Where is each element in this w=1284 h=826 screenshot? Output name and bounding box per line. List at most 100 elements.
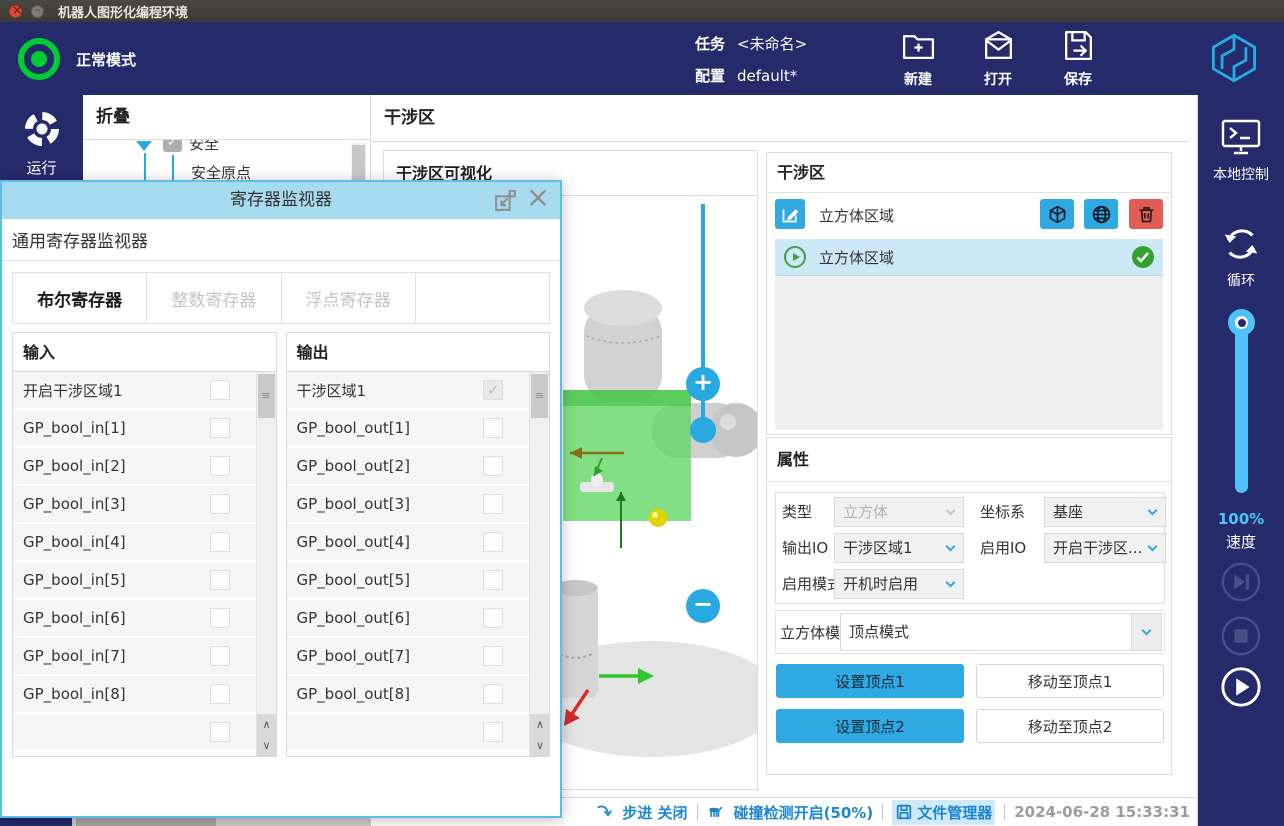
mode-status-icon	[18, 38, 60, 80]
step-forward-button[interactable]	[1198, 561, 1284, 607]
dialog-restore-icon[interactable]	[493, 188, 518, 213]
register-row: GP_bool_in[8]	[13, 676, 256, 714]
globe-button[interactable]	[1084, 199, 1118, 229]
cube-view-button[interactable]	[1040, 199, 1074, 229]
tree-expand-triangle-icon[interactable]	[136, 141, 152, 151]
stop-button[interactable]	[1198, 615, 1284, 661]
register-checkbox[interactable]	[210, 646, 230, 666]
new-button[interactable]: 新建	[877, 27, 959, 89]
register-checkbox[interactable]	[483, 722, 503, 742]
set-vertex1-button[interactable]: 设置顶点1	[776, 664, 964, 698]
edit-zone-button[interactable]	[775, 199, 805, 229]
brand-logo-icon	[1208, 32, 1260, 84]
play-button[interactable]	[1198, 666, 1284, 712]
register-checkbox[interactable]	[483, 570, 503, 590]
local-control-button[interactable]: 本地控制	[1198, 117, 1284, 184]
tree-connector-line	[172, 155, 174, 183]
zoom-in-button[interactable]: +	[686, 367, 720, 401]
register-label: GP_bool_out[5]	[287, 571, 411, 589]
register-checkbox[interactable]	[483, 684, 503, 704]
register-checkbox[interactable]	[483, 380, 503, 400]
app-window: 机器人图形化编程环境 正常模式 任务<未命名> 配置default* 新建 打开…	[0, 0, 1284, 826]
cube-icon	[1047, 204, 1068, 225]
input-rows: 开启干涉区域1 GP_bool_in[1] GP_bool_in[2]	[13, 372, 256, 756]
register-checkbox[interactable]	[483, 608, 503, 628]
window-minimize-button[interactable]	[31, 5, 44, 18]
zone-list-item-selected[interactable]: 立方体区域	[775, 239, 1163, 276]
register-checkbox[interactable]	[210, 380, 230, 400]
register-label: GP_bool_in[5]	[13, 571, 126, 589]
tab-int-register[interactable]: 整数寄存器	[146, 272, 281, 324]
register-checkbox[interactable]	[210, 456, 230, 476]
zone-toolbar: 立方体区域	[767, 193, 1171, 237]
scrollbar-thumb[interactable]: ≡	[531, 374, 548, 418]
register-checkbox[interactable]	[210, 608, 230, 628]
window-close-button[interactable]	[9, 5, 22, 18]
tree-connector-line	[144, 153, 146, 183]
register-checkbox[interactable]	[210, 418, 230, 438]
register-checkbox[interactable]	[210, 494, 230, 514]
scroll-up-icon[interactable]: ∧	[530, 714, 549, 735]
register-checkbox[interactable]	[210, 684, 230, 704]
collision-status[interactable]: 碰撞检测开启(50%)	[734, 802, 874, 823]
speed-slider-handle[interactable]	[1228, 309, 1255, 336]
output-scrollbar[interactable]: ≡ ∧ ∨	[529, 372, 549, 756]
move-vertex2-button[interactable]: 移动至顶点2	[976, 709, 1164, 743]
loop-button[interactable]: 循环	[1198, 223, 1284, 290]
sidebar-bottom-corner	[0, 818, 72, 826]
tree-collapse-header[interactable]: 折叠	[83, 95, 370, 140]
register-row: GP_bool_out[3]	[287, 486, 530, 524]
tab-bool-register[interactable]: 布尔寄存器	[12, 272, 147, 324]
scrollbar-thumb[interactable]: ≡	[258, 374, 275, 418]
register-row	[287, 714, 530, 752]
dialog-header[interactable]: 寄存器监视器 ×	[2, 182, 560, 219]
save-button[interactable]: 保存	[1037, 27, 1119, 89]
register-checkbox[interactable]	[483, 456, 503, 476]
enable-io-select[interactable]: 开启干涉区...	[1044, 533, 1166, 563]
scroll-down-icon[interactable]: ∨	[257, 735, 276, 756]
task-label: 任务	[695, 35, 725, 53]
register-checkbox[interactable]	[210, 722, 230, 742]
register-label: GP_bool_in[1]	[13, 419, 126, 437]
register-row: GP_bool_out[2]	[287, 448, 530, 486]
dialog-title: 寄存器监视器	[2, 182, 560, 219]
register-checkbox[interactable]	[483, 494, 503, 514]
register-checkbox[interactable]	[210, 570, 230, 590]
output-io-select[interactable]: 干涉区域1	[834, 533, 964, 563]
zoom-out-button[interactable]: −	[686, 589, 720, 623]
speed-label: 速度	[1198, 531, 1284, 552]
register-checkbox[interactable]	[483, 646, 503, 666]
register-row: GP_bool_in[6]	[13, 600, 256, 638]
enable-mode-select[interactable]: 开机时启用	[834, 569, 964, 599]
dialog-close-icon[interactable]: ×	[524, 180, 552, 214]
scroll-up-icon[interactable]: ∧	[257, 714, 276, 735]
scroll-down-icon[interactable]: ∨	[530, 735, 549, 756]
play-icon	[1220, 666, 1262, 708]
zone-play-icon[interactable]	[783, 245, 807, 269]
register-checkbox[interactable]	[483, 532, 503, 552]
loop-label: 循环	[1198, 270, 1284, 290]
register-checkbox[interactable]	[483, 418, 503, 438]
move-vertex1-button[interactable]: 移动至顶点1	[976, 664, 1164, 698]
sidebar-item-run[interactable]: 运行	[0, 95, 83, 178]
input-scrollbar[interactable]: ≡ ∧ ∨	[256, 372, 276, 756]
cube-mode-select[interactable]: 顶点模式	[840, 613, 1162, 651]
output-register-list: 输出 干涉区域1 GP_bool_out[1]	[286, 332, 551, 757]
dialog-subtitle: 通用寄存器监视器	[2, 219, 560, 261]
open-button[interactable]: 打开	[957, 27, 1039, 89]
file-manager-button[interactable]: 文件管理器	[892, 800, 995, 825]
tab-float-register[interactable]: 浮点寄存器	[281, 272, 416, 324]
register-row: GP_bool_out[4]	[287, 524, 530, 562]
register-checkbox[interactable]	[210, 532, 230, 552]
register-tabs: 布尔寄存器 整数寄存器 浮点寄存器	[12, 272, 550, 324]
horizontal-scrollbar-thumb[interactable]	[76, 818, 216, 826]
step-status[interactable]: 步进 关闭	[622, 802, 687, 823]
local-control-label: 本地控制	[1198, 164, 1284, 184]
speed-slider-track[interactable]	[1235, 323, 1248, 493]
set-vertex2-button[interactable]: 设置顶点2	[776, 709, 964, 743]
pencil-icon	[780, 204, 801, 225]
horizontal-scrollbar[interactable]	[0, 818, 371, 826]
zoom-slider-handle[interactable]	[690, 417, 716, 443]
frame-select[interactable]: 基座	[1044, 497, 1166, 527]
delete-zone-button[interactable]	[1129, 199, 1163, 229]
